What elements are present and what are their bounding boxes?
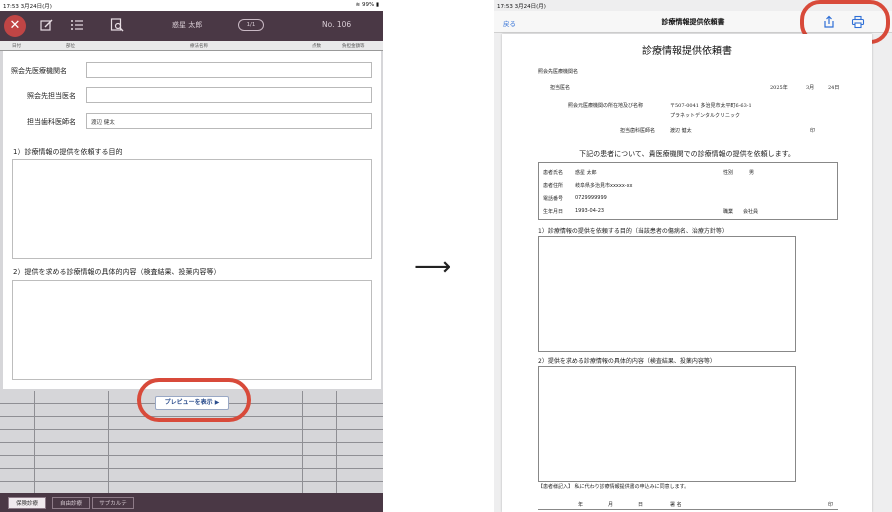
table-column-divider <box>108 391 109 493</box>
table-header: 日付 部位 療法名称 点数 負担金額等 <box>0 41 383 51</box>
content-section-title: 2）提供を求める診療情報の具体的内容（検査結果、投薬内容等） <box>13 268 221 276</box>
sign-day: 日 <box>638 502 644 508</box>
status-date-text: 3月24日(月) <box>514 4 546 10</box>
doc-date-month: 3月 <box>806 85 815 91</box>
table-column-divider <box>302 391 303 493</box>
page-indicator[interactable]: 1/1 <box>238 19 264 31</box>
patient-info-box: 患者氏名 惑星 太郎 性別 男 患者住所 岐阜県多治見市xxxxx-xx 電話番… <box>538 162 838 220</box>
status-date-text: 3月24日(月) <box>20 4 52 10</box>
patient-job-value: 会社員 <box>743 209 759 215</box>
table-header-cell: 療法名称 <box>190 44 208 49</box>
doc-date-day: 24日 <box>828 85 840 91</box>
doctor-label: 照会先担当医名 <box>27 92 76 100</box>
doc-purpose-box <box>538 236 796 352</box>
sign-seal: 印 <box>828 502 834 508</box>
patient-name-label: 患者氏名 <box>543 170 564 176</box>
doc-doctor-label: 担当医名 <box>550 85 571 91</box>
dentist-input[interactable]: 渡辺 健太 <box>86 113 372 129</box>
edit-icon[interactable] <box>40 18 54 36</box>
document-search-icon[interactable] <box>110 18 124 36</box>
status-time-text: 17:53 <box>3 4 19 10</box>
referral-request-form: 照会先医療機関名 照会先担当医名 担当歯科医師名 渡辺 健太 1）診療情報の提供… <box>3 51 381 389</box>
doc-dentist-label: 担当歯科医師名 <box>620 128 656 134</box>
patient-phone-label: 電話番号 <box>543 196 564 202</box>
seal-mark: 印 <box>810 128 816 134</box>
table-column-divider <box>34 391 35 493</box>
battery-icon: ▮ <box>375 2 379 8</box>
patient-name-value: 惑星 太郎 <box>575 170 597 176</box>
sign-year: 年 <box>578 502 584 508</box>
institution-input[interactable] <box>86 62 372 78</box>
document-title: 診療情報提供依頼書 <box>642 46 732 57</box>
purpose-textarea[interactable] <box>12 159 372 259</box>
tab-sub-chart[interactable]: サブカルテ <box>92 497 134 509</box>
doc-purpose-title: 1）診療情報の提供を依頼する目的（当該患者の傷病名、治療方針等） <box>538 228 728 235</box>
content-textarea[interactable] <box>12 280 372 380</box>
record-number: No. 106 <box>322 20 352 29</box>
doc-content-title: 2）提供を求める診療情報の具体的内容（検査結果、投薬内容等） <box>538 358 716 365</box>
patient-birth-label: 生年月日 <box>543 209 564 215</box>
table-header-cell: 負担金額等 <box>342 44 365 49</box>
institution-label: 照会先医療機関名 <box>11 67 67 75</box>
tab-insurance[interactable]: 保険診療 <box>8 497 46 509</box>
patient-job-label: 職業 <box>723 209 734 215</box>
doc-content-box <box>538 366 796 482</box>
tab-self-pay[interactable]: 自由診療 <box>52 497 90 509</box>
patient-address-value: 岐阜県多治見市xxxxx-xx <box>575 183 633 189</box>
doc-address-label: 照会元医療機関の所在地及び名称 <box>568 103 644 109</box>
highlight-circle <box>137 378 251 422</box>
sign-line <box>538 509 838 510</box>
table-header-cell: 日付 <box>12 44 21 49</box>
table-column-divider <box>336 391 337 493</box>
document-preview: 診療情報提供依頼書 照会先医療機関名 担当医名 2025年 3月 24日 照会元… <box>502 34 872 512</box>
right-screen: 17:53 3月24日(月) 戻る 診療情報提供依頼書 診療情報提供依頼書 照会… <box>494 0 892 512</box>
status-time: 17:53 3月24日(月) <box>3 2 52 10</box>
purpose-section-title: 1）診療情報の提供を依頼する目的 <box>13 148 123 156</box>
bottom-tab-bar: 保険診療 自由診療 サブカルテ <box>0 493 383 512</box>
doc-clinic-name: プラネットデンタルクリニック <box>670 113 741 119</box>
patient-sex-value: 男 <box>749 170 755 176</box>
patient-name: 惑星 太郎 <box>172 21 203 29</box>
patient-address-label: 患者住所 <box>543 183 564 189</box>
table-header-cell: 点数 <box>312 44 321 49</box>
wifi-icon: ≋ <box>355 2 361 8</box>
dentist-label: 担当歯科医師名 <box>27 118 76 126</box>
sign-label: 署 名 <box>670 502 682 508</box>
table-header-cell: 部位 <box>66 44 75 49</box>
status-bar: 17:53 3月24日(月) ≋ 99% ▮ <box>0 0 383 11</box>
top-toolbar: ✕ 惑星 太郎 1/1 No. 106 <box>0 11 383 41</box>
doc-consent-text: 【患者様記入】 私に代わり診療情報提供書の申込みに同意します。 <box>538 484 690 490</box>
transition-arrow: ⟶ <box>414 252 452 282</box>
close-icon[interactable]: ✕ <box>4 15 26 37</box>
status-right: ≋ 99% ▮ <box>356 2 379 8</box>
status-time-text: 17:53 <box>497 4 513 10</box>
battery-text: 99% <box>361 2 375 8</box>
patient-birth-value: 1993-04-23 <box>575 208 605 214</box>
patient-phone-value: 0729999999 <box>575 195 607 201</box>
doc-institution-label: 照会先医療機関名 <box>538 69 579 75</box>
list-icon[interactable] <box>70 18 84 36</box>
doc-lead-text: 下記の患者について、貴医療機関での診療情報の提供を依頼します。 <box>579 150 795 158</box>
doctor-input[interactable] <box>86 87 372 103</box>
doc-date-year: 2025年 <box>770 85 788 91</box>
status-time: 17:53 3月24日(月) <box>497 2 546 10</box>
patient-sex-label: 性別 <box>723 170 734 176</box>
left-screen: 17:53 3月24日(月) ≋ 99% ▮ ✕ 惑星 太郎 1/1 No. 1… <box>0 0 383 512</box>
doc-address-value: 〒507-0041 多治見市太平町6-63-1 <box>670 103 752 109</box>
sign-month: 月 <box>608 502 614 508</box>
doc-dentist-value: 渡辺 健太 <box>670 128 692 134</box>
